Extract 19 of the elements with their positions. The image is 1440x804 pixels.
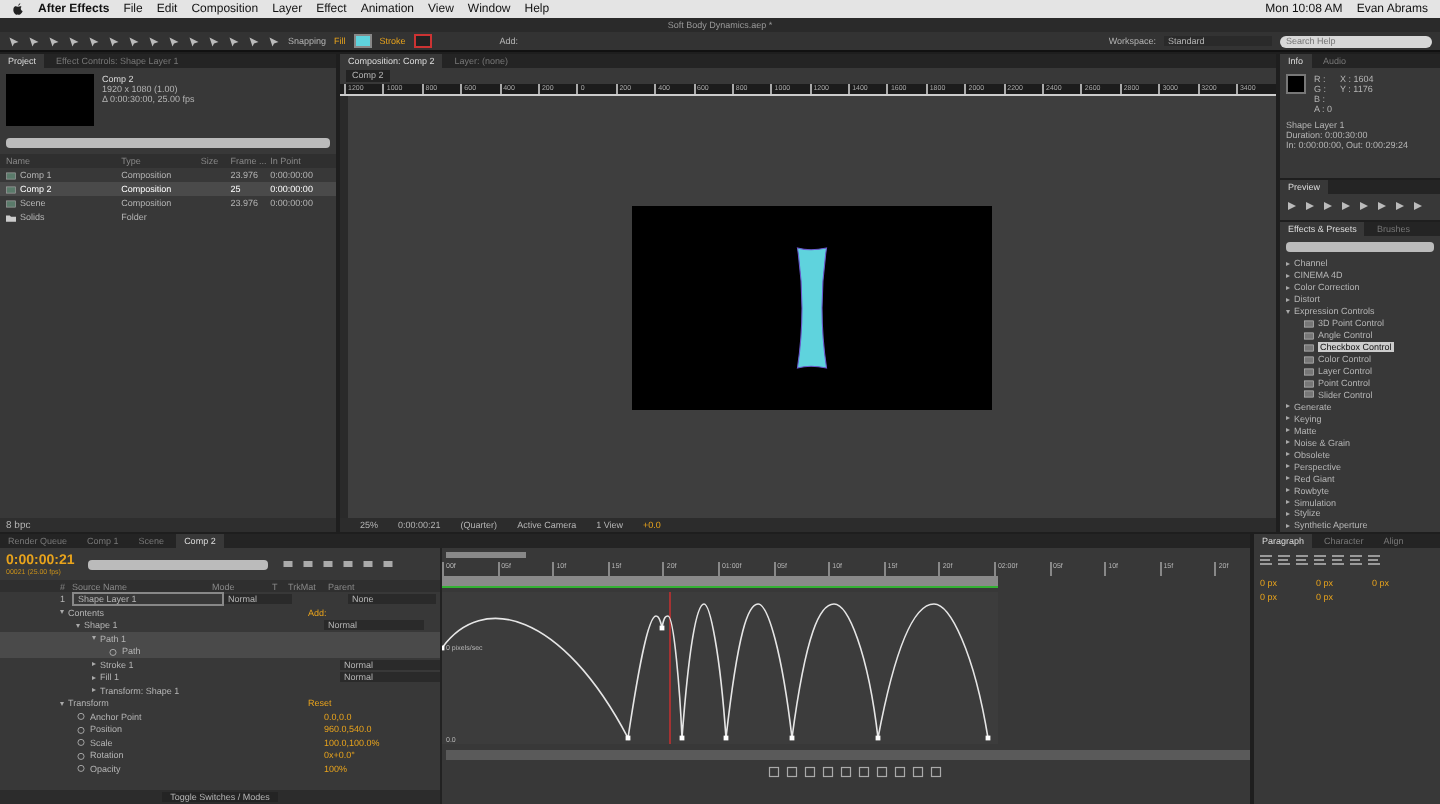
expression-field[interactable]: [446, 750, 1250, 760]
project-search-field[interactable]: [6, 138, 330, 148]
align-icon[interactable]: [1368, 554, 1380, 566]
align-icon[interactable]: [1332, 554, 1344, 566]
fill-swatch[interactable]: [353, 34, 372, 48]
comp-thumbnail: [6, 74, 94, 126]
align-icon[interactable]: [1314, 554, 1326, 566]
timeline-search-field[interactable]: [88, 559, 269, 569]
align-icon[interactable]: [1260, 554, 1272, 566]
align-icon[interactable]: [1278, 554, 1290, 566]
effects-search-field[interactable]: [1286, 242, 1434, 252]
stroke-swatch[interactable]: [413, 34, 432, 48]
apple-logo-icon[interactable]: [12, 2, 24, 16]
bent-bar-shape[interactable]: [792, 241, 832, 373]
stopwatch-icon[interactable]: [108, 647, 118, 656]
folder-icon: [6, 213, 16, 221]
align-icon[interactable]: [1296, 554, 1308, 566]
align-icon[interactable]: [1350, 554, 1362, 566]
color-swatch: [1286, 74, 1306, 94]
